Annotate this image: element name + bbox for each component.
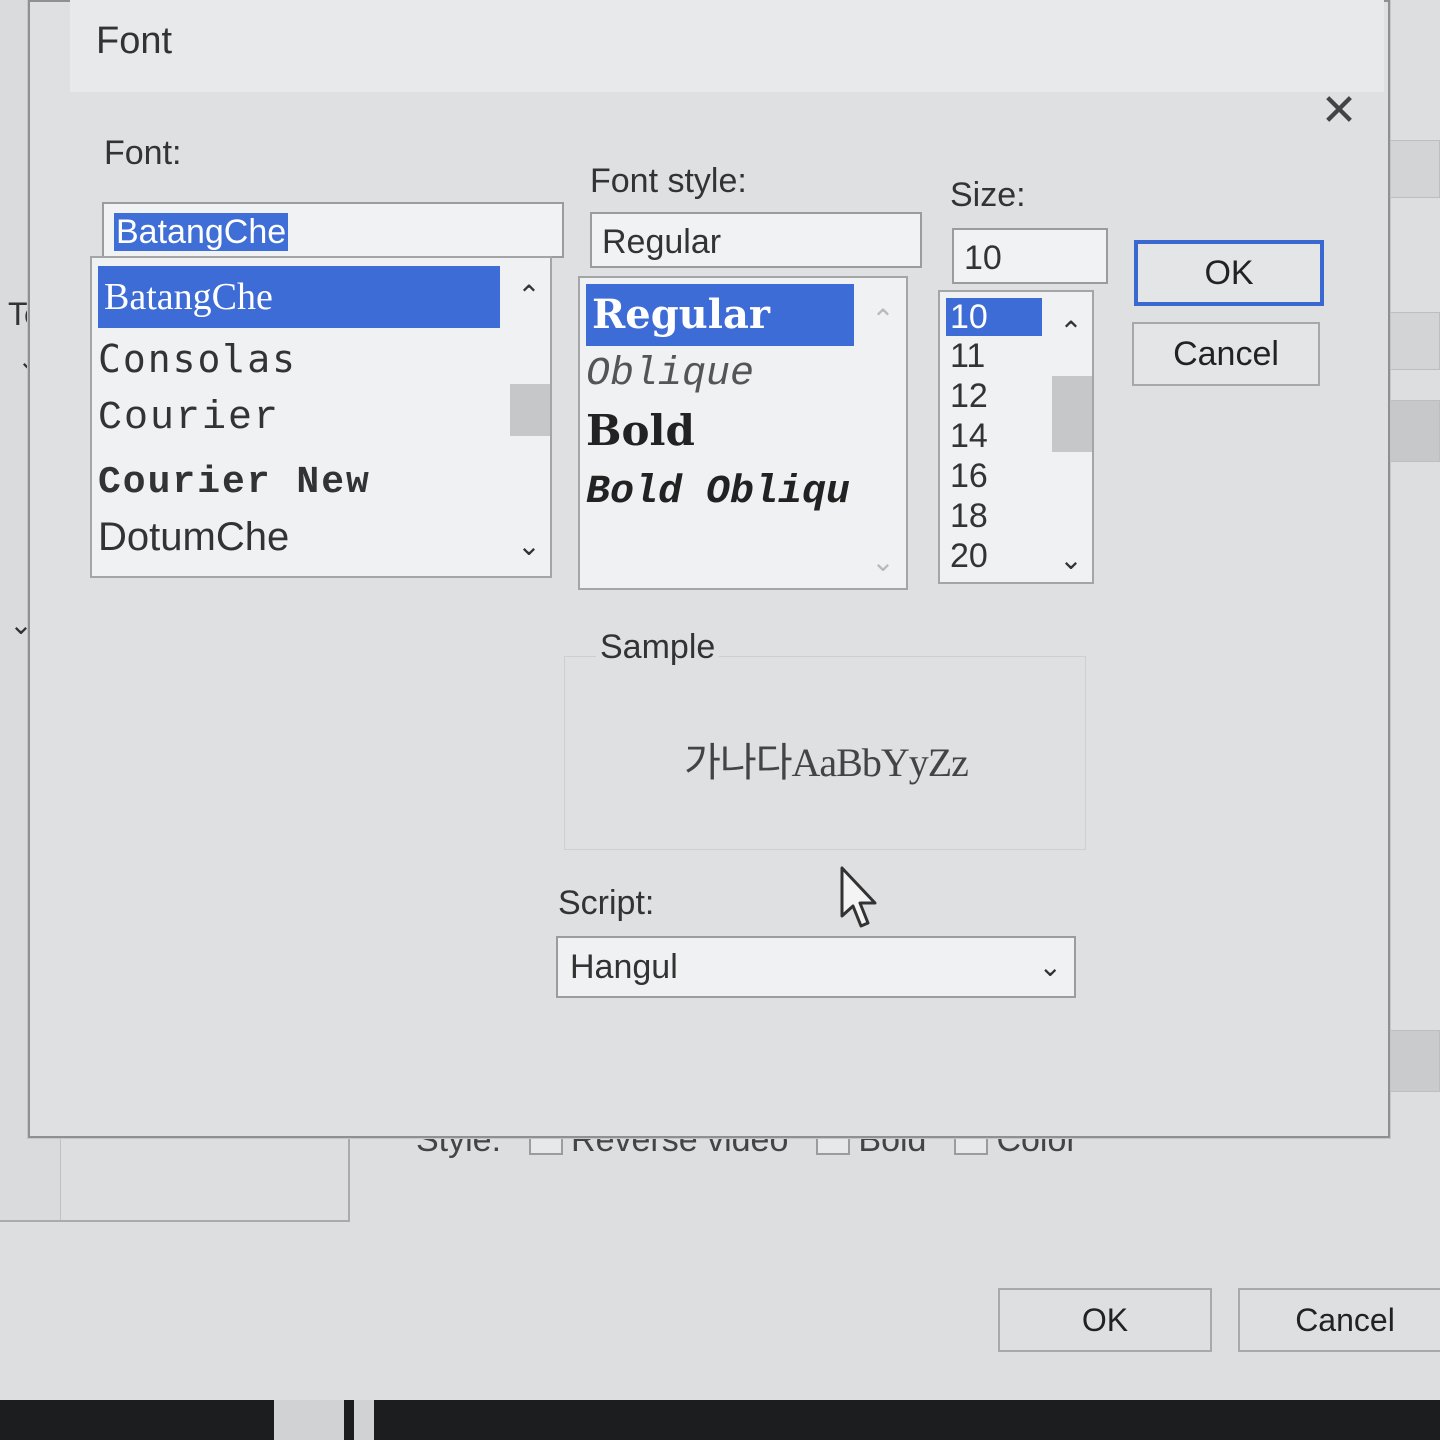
size-item-10[interactable]: 10 xyxy=(946,298,1042,336)
size-item-20[interactable]: 20 xyxy=(946,536,988,576)
font-list-scrollbar[interactable]: ⌃ ⌄ xyxy=(506,264,550,570)
font-list-item-batangche[interactable]: BatangChe xyxy=(98,266,500,328)
size-item-12[interactable]: 12 xyxy=(946,376,988,416)
scroll-down-icon[interactable]: ⌄ xyxy=(506,526,550,566)
font-label: Font: xyxy=(104,134,182,172)
scroll-down-icon[interactable]: ⌄ xyxy=(860,542,906,582)
chevron-down-icon[interactable]: ⌄ xyxy=(1039,938,1062,996)
size-list-scrollbar[interactable]: ⌃ ⌄ xyxy=(1048,298,1092,576)
font-style-item-oblique[interactable]: Oblique xyxy=(586,344,754,406)
background-ok-button[interactable]: OK xyxy=(998,1288,1212,1352)
size-list[interactable]: 10 11 12 14 16 18 20 ⌃ ⌄ xyxy=(938,290,1094,584)
scroll-up-icon[interactable]: ⌃ xyxy=(1048,312,1092,352)
font-style-item-regular[interactable]: Regular xyxy=(586,284,854,346)
font-list-item-courier-new[interactable]: Courier New xyxy=(98,452,371,514)
script-select[interactable]: Hangul ⌄ xyxy=(556,936,1076,998)
size-item-11[interactable]: 11 xyxy=(946,336,985,376)
sample-preview-text: 가나다AaBbYyZz xyxy=(684,740,969,785)
size-item-16[interactable]: 16 xyxy=(946,456,988,496)
ok-button[interactable]: OK xyxy=(1134,240,1324,306)
font-list-item-consolas[interactable]: Consolas xyxy=(98,328,297,390)
script-select-value: Hangul xyxy=(570,948,678,986)
size-label: Size: xyxy=(950,176,1026,214)
mouse-cursor-icon xyxy=(840,866,877,928)
close-icon[interactable]: ✕ xyxy=(1316,88,1362,134)
font-name-input[interactable]: BatangChe xyxy=(102,202,564,258)
font-list[interactable]: BatangChe Consolas Courier Courier New D… xyxy=(90,256,552,578)
scroll-down-icon[interactable]: ⌄ xyxy=(1048,540,1092,580)
size-item-14[interactable]: 14 xyxy=(946,416,988,456)
font-style-list[interactable]: Regular Oblique Bold Bold Obliqu ⌃ ⌄ xyxy=(578,276,908,590)
font-style-label: Font style: xyxy=(590,162,747,200)
script-label: Script: xyxy=(558,884,655,922)
taskbar xyxy=(0,1400,1440,1440)
font-list-item-courier[interactable]: Courier xyxy=(98,388,280,450)
dialog-titlebar xyxy=(70,0,1384,92)
font-style-list-scrollbar[interactable]: ⌃ ⌄ xyxy=(860,284,906,582)
dialog-title: Font xyxy=(96,20,173,62)
sample-label: Sample xyxy=(596,628,720,667)
font-style-input[interactable]: Regular xyxy=(590,212,922,268)
font-style-item-bold-oblique[interactable]: Bold Obliqu xyxy=(586,462,850,524)
cancel-button[interactable]: Cancel xyxy=(1132,322,1320,386)
scroll-up-icon[interactable]: ⌃ xyxy=(506,276,550,316)
background-panel xyxy=(0,1136,350,1222)
scroll-thumb[interactable] xyxy=(1052,376,1092,452)
size-input[interactable]: 10 xyxy=(952,228,1108,284)
font-list-item-dotumche[interactable]: DotumChe xyxy=(98,506,289,568)
scroll-up-icon[interactable]: ⌃ xyxy=(860,300,906,340)
font-name-input-text: BatangChe xyxy=(114,213,289,251)
taskbar-separator xyxy=(354,1400,374,1440)
scroll-thumb[interactable] xyxy=(510,384,550,436)
font-style-item-bold[interactable]: Bold xyxy=(586,400,695,462)
taskbar-separator xyxy=(274,1400,344,1440)
size-item-18[interactable]: 18 xyxy=(946,496,988,536)
background-cancel-button[interactable]: Cancel xyxy=(1238,1288,1440,1352)
